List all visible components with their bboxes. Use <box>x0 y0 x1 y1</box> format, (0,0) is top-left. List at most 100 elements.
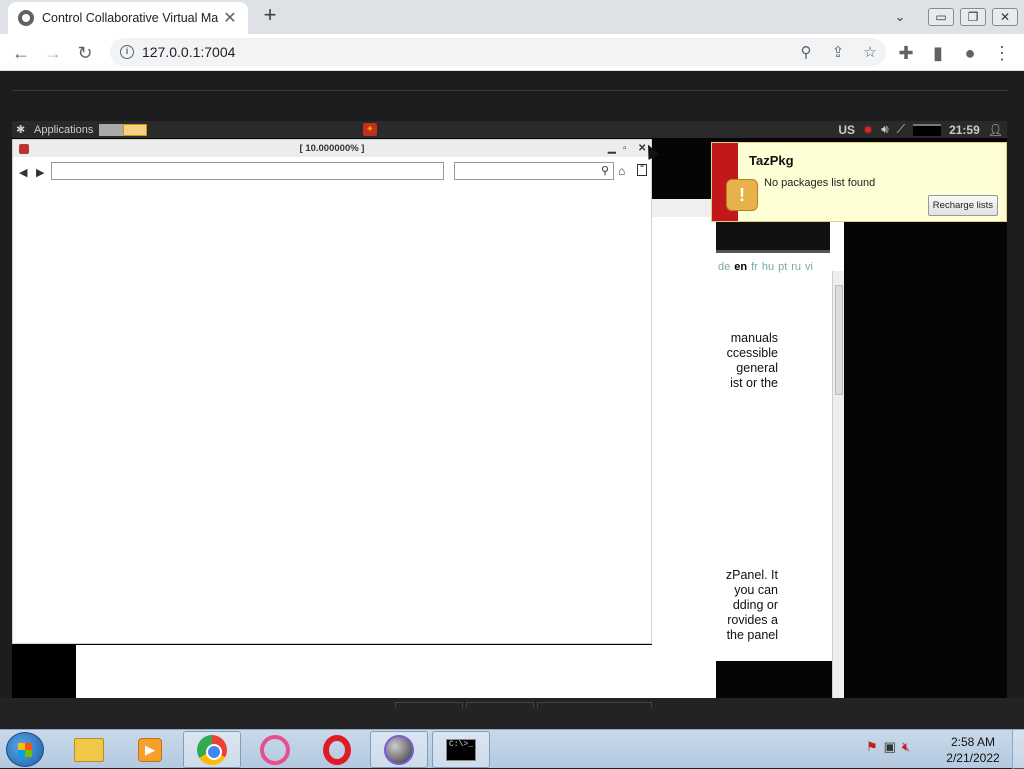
help-window-bottom <box>76 645 716 698</box>
volume-icon[interactable]: 🔊︎ <box>881 122 889 137</box>
orb-app-icon <box>384 734 414 765</box>
keyboard-layout[interactable]: US <box>838 123 855 137</box>
minimize-button[interactable]: ▭ <box>928 8 954 26</box>
applications-menu[interactable]: Applications <box>34 124 93 136</box>
clock-date: 2/21/2022 <box>946 751 1000 765</box>
volume-muted-icon[interactable]: 🔇︎ <box>902 739 910 755</box>
side-panel-icon[interactable]: ▮ <box>925 40 951 66</box>
window-controls: ⌄ ▭ ❐ ✕ <box>888 0 1024 34</box>
folder-icon <box>74 737 104 762</box>
help-header-banner <box>716 219 830 253</box>
tab-title: Control Collaborative Virtual Ma <box>42 11 219 25</box>
cmd-icon: C:\>_ <box>446 738 476 761</box>
show-desktop-button[interactable] <box>1012 730 1024 769</box>
viewer-back-icon[interactable]: ◀ <box>19 166 27 179</box>
globe-icon <box>18 10 34 26</box>
network-icon[interactable]: ⟋ <box>897 122 905 137</box>
viewer-address-input[interactable] <box>51 162 444 180</box>
tab-search-chevron-icon[interactable]: ⌄ <box>888 9 912 25</box>
taskbar-media-player[interactable]: ▶ <box>121 731 179 768</box>
clock-time: 2:58 AM <box>950 735 996 749</box>
cpu-monitor <box>913 123 942 136</box>
remote-desktop-view[interactable]: ✱ Applications ✦ US ✹ 🔊︎ ⟋ 21:59 👤︎ ▁ ▫ … <box>0 71 1024 729</box>
share-icon[interactable]: ⇪ <box>822 43 854 61</box>
lang-link[interactable]: pt <box>778 261 787 273</box>
taskbar-app-orb[interactable] <box>370 731 428 768</box>
start-button[interactable] <box>6 732 44 767</box>
browser-menu-icon[interactable]: ⋮ <box>989 40 1015 66</box>
action-center-flag-icon[interactable]: ⚑ <box>866 739 878 755</box>
zoom-icon[interactable]: ⚲ <box>790 43 822 61</box>
help-text-line: ccessible <box>726 346 778 360</box>
browser-toolbar: ← → ↻ i 127.0.0.1:7004 ⚲ ⇪ ☆ ✚ ▮ ● ⋮ <box>0 34 1024 71</box>
help-text-line: manuals <box>730 331 778 345</box>
viewer-app-icon <box>19 144 29 154</box>
reload-icon[interactable]: ↻ <box>72 40 98 66</box>
user-icon[interactable]: 👤︎ <box>988 123 1003 137</box>
bookmark-star-icon[interactable]: ☆ <box>854 43 886 61</box>
taskbar-chrome[interactable] <box>183 731 241 768</box>
tab-close-icon[interactable]: ✕ <box>222 8 238 28</box>
lang-link[interactable]: vi <box>805 261 813 273</box>
address-url[interactable]: 127.0.0.1:7004 <box>142 44 790 60</box>
lang-link[interactable]: hu <box>762 261 774 273</box>
workspace-1[interactable] <box>99 123 124 136</box>
tazpkg-notification: ! TazPkg No packages list found Recharge… <box>711 142 1007 222</box>
vm-tray: US ✹ 🔊︎ ⟋ 21:59 👤︎ <box>838 121 1007 138</box>
back-arrow-icon[interactable]: ← <box>8 40 34 66</box>
lang-link[interactable]: de <box>718 261 730 273</box>
network-tray-icon[interactable]: ▣ <box>884 739 896 755</box>
site-info-icon[interactable]: i <box>120 45 134 59</box>
help-text-line: ist or the <box>730 376 778 390</box>
remote-bottom-area <box>0 698 1024 729</box>
divider <box>466 702 534 708</box>
divider <box>12 90 1008 91</box>
viewer-forward-icon[interactable]: ▶ <box>36 166 44 179</box>
taskbar-opera-gx[interactable] <box>246 731 304 768</box>
lang-link[interactable]: fr <box>751 261 758 273</box>
close-window-button[interactable]: ✕ <box>992 8 1018 26</box>
lang-link-current[interactable]: en <box>734 261 747 273</box>
desktop-background <box>12 645 76 698</box>
vm-screen[interactable]: ✱ Applications ✦ US ✹ 🔊︎ ⟋ 21:59 👤︎ ▁ ▫ … <box>12 121 1007 698</box>
new-tab-button[interactable]: + <box>258 4 282 28</box>
extensions-puzzle-icon[interactable]: ✚ <box>893 40 919 66</box>
help-text-line: dding or <box>732 598 778 612</box>
browser-tabstrip: Control Collaborative Virtual Ma ✕ + ⌄ ▭… <box>0 0 1024 34</box>
divider <box>537 702 652 708</box>
taskbar-explorer[interactable] <box>60 731 118 768</box>
browser-tab[interactable]: Control Collaborative Virtual Ma ✕ <box>8 2 248 34</box>
taskbar-clock[interactable]: 2:58 AM 2/21/2022 <box>944 734 1002 766</box>
help-text-line: zPanel. It <box>725 568 778 582</box>
tazpkg-tray-icon[interactable]: ✦ <box>363 123 377 136</box>
help-text-line: general <box>736 361 778 375</box>
warning-icon: ! <box>726 179 758 211</box>
viewer-search-input[interactable]: ⚲ <box>454 162 614 180</box>
address-bar[interactable]: i 127.0.0.1:7004 ⚲ ⇪ ☆ <box>110 38 886 66</box>
applications-menu-icon[interactable]: ✱ <box>16 124 30 136</box>
help-scrollbar[interactable] <box>832 271 844 698</box>
system-tray: ⚑ ▣ 🔇︎ <box>866 739 910 755</box>
workspace-2[interactable] <box>123 123 148 136</box>
help-text-line: the panel <box>726 628 778 642</box>
vm-clock: 21:59 <box>949 122 980 137</box>
viewer-menu-icon[interactable]: ≡ <box>637 163 647 176</box>
forward-arrow-icon[interactable]: → <box>40 40 66 66</box>
windows-taskbar: ▶ C:\>_ ⚑ ▣ 🔇︎ 2:58 AM 2/21/2022 <box>0 729 1024 769</box>
home-icon[interactable]: ⌂ <box>618 164 625 178</box>
recharge-lists-button[interactable]: Recharge lists <box>927 195 998 216</box>
divider <box>395 702 463 708</box>
update-alert-icon[interactable]: ✹ <box>863 123 873 137</box>
search-icon[interactable]: ⚲ <box>601 164 609 177</box>
profile-avatar-icon[interactable]: ● <box>957 40 983 66</box>
taskbar-cmd[interactable]: C:\>_ <box>432 731 490 768</box>
help-browser-window[interactable]: ▁ ▫ ✕ deenfrhuptruvi manuals ccessible g… <box>652 199 844 661</box>
restore-button[interactable]: ❐ <box>960 8 986 26</box>
taskbar-opera[interactable] <box>308 731 366 768</box>
help-scrollbar-thumb[interactable] <box>835 285 843 395</box>
language-bar: de en fr hu pt ru vi <box>718 261 817 273</box>
lang-link[interactable]: ru <box>791 261 801 273</box>
viewer-window[interactable]: [ 10.000000% ] ▁ ▫ ✕ ◀ ▶ ⚲ ⌂ ≡ <box>12 139 652 644</box>
viewer-maximize-icon[interactable]: ▫ <box>623 140 627 157</box>
viewer-minimize-icon[interactable]: ▁ <box>608 140 616 157</box>
